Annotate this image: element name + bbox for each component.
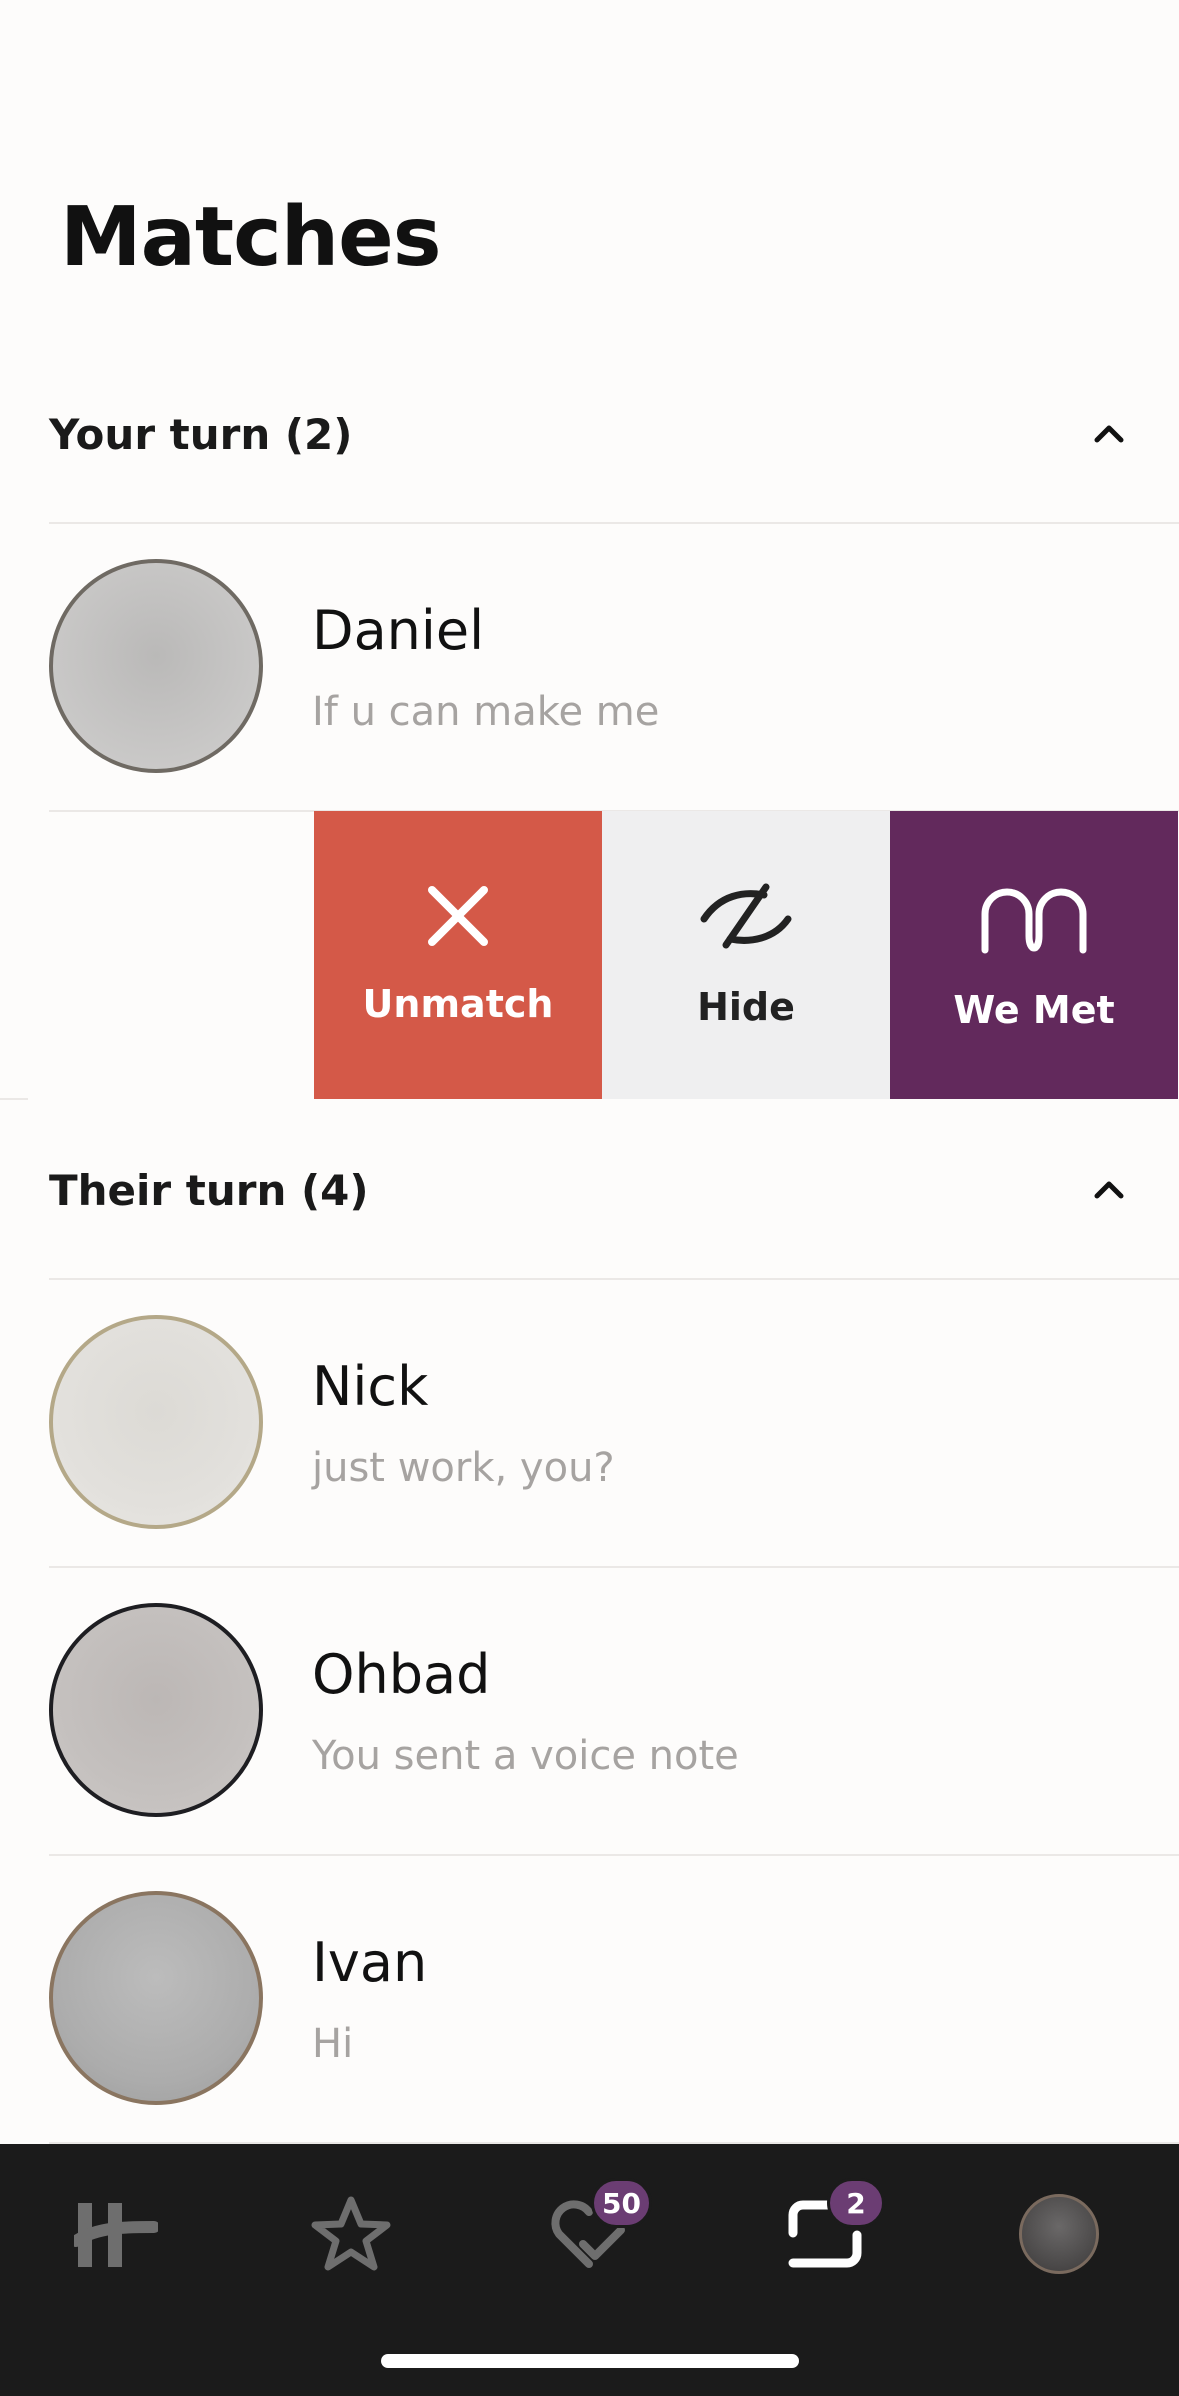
- match-name: Ohbad: [312, 1643, 491, 1706]
- match-last-message: Hi: [312, 2021, 354, 2067]
- tab-standouts[interactable]: [301, 2184, 401, 2284]
- chevron-up-icon[interactable]: [1089, 1170, 1129, 1210]
- people-icon: [981, 888, 1087, 954]
- match-row-ohbad[interactable]: Ohbad You sent a voice note: [0, 1568, 1179, 1854]
- avatar[interactable]: [49, 1315, 263, 1529]
- we-met-label: We Met: [953, 988, 1115, 1032]
- page-title: Matches: [60, 190, 442, 285]
- star-icon: [311, 2196, 391, 2271]
- tab-likes[interactable]: 50: [539, 2178, 652, 2284]
- close-icon: [428, 886, 488, 946]
- avatar[interactable]: [49, 559, 263, 773]
- section-header-their-turn[interactable]: Their turn (4): [49, 1145, 1179, 1235]
- match-last-message: You sent a voice note: [312, 1733, 739, 1779]
- match-name: Ivan: [312, 1931, 428, 1994]
- section-label: Your turn (2): [49, 409, 353, 459]
- home-indicator[interactable]: [381, 2354, 799, 2368]
- we-met-button[interactable]: We Met: [890, 811, 1178, 1099]
- tab-matches[interactable]: 2: [775, 2178, 885, 2284]
- match-row-ivan[interactable]: Ivan Hi: [0, 1856, 1179, 2142]
- match-name: Daniel: [312, 599, 485, 662]
- avatar[interactable]: [49, 1603, 263, 1817]
- swipe-actions: Unmatch Hide We Met: [314, 811, 1178, 1099]
- chevron-up-icon[interactable]: [1089, 414, 1129, 454]
- hinge-logo-icon: [74, 2203, 158, 2267]
- eye-slash-icon: [700, 883, 792, 949]
- match-last-message: If u can make me: [312, 689, 660, 735]
- hide-label: Hide: [697, 985, 795, 1029]
- section-label: Their turn (4): [49, 1165, 369, 1215]
- unmatch-label: Unmatch: [362, 982, 554, 1026]
- tab-discover[interactable]: [66, 2184, 166, 2284]
- match-row-daniel[interactable]: Daniel If u can make me: [0, 524, 1179, 810]
- tab-profile[interactable]: [1009, 2184, 1109, 2284]
- unmatch-button[interactable]: Unmatch: [314, 811, 602, 1099]
- avatar: [1019, 2194, 1099, 2274]
- match-last-message: just work, you?: [312, 1445, 615, 1491]
- likes-count-badge: 50: [591, 2178, 652, 2228]
- match-name: Nick: [312, 1355, 429, 1418]
- section-header-your-turn[interactable]: Your turn (2): [49, 389, 1179, 479]
- avatar[interactable]: [49, 1891, 263, 2105]
- hide-button[interactable]: Hide: [602, 811, 890, 1099]
- matches-count-badge: 2: [827, 2178, 885, 2228]
- match-row-nick[interactable]: Nick just work, you?: [0, 1280, 1179, 1566]
- divider: [0, 1098, 28, 1100]
